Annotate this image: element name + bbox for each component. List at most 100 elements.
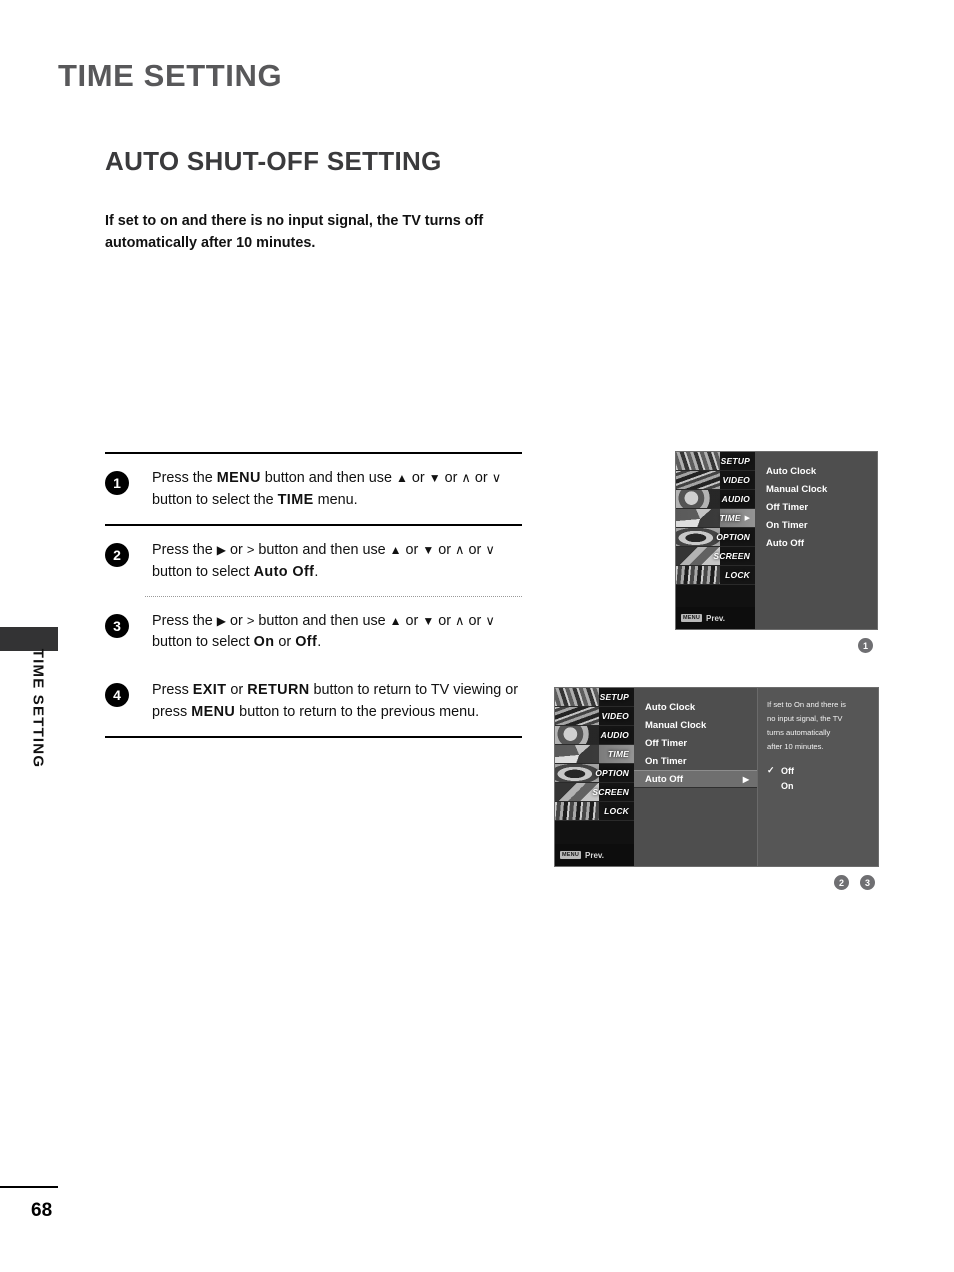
osd-sidebar-item-label: OPTION (716, 532, 750, 542)
osd-sidebar-item-lock[interactable]: LOCK (555, 802, 634, 821)
osd-screenshot-auto-off: SETUP VIDEO AUDIO TIME OPTION SCREEN LOCK MENU… (554, 687, 879, 867)
osd-sidebar-item-label: AUDIO (721, 494, 750, 504)
osd-menu-thumbnail-icon (676, 452, 720, 470)
osd-menu-thumbnail-icon (676, 528, 720, 546)
step-number-badge: 3 (105, 613, 129, 638)
osd-prev-hint: MENU Prev. (555, 844, 634, 866)
osd-time-menu-list: Auto Clock Manual Clock Off Timer On Timer A… (634, 688, 757, 866)
osd-menu-row[interactable]: Auto Clock (755, 462, 877, 480)
osd-prev-label: Prev. (706, 613, 725, 623)
step-3: 3 Press the ▶ or > button and then use ▲… (105, 597, 522, 667)
osd-menu-row[interactable]: On Timer (755, 516, 877, 534)
osd-option-label: On (781, 780, 794, 791)
osd-menu-row[interactable]: Off Timer (755, 498, 877, 516)
osd-menu-row-label: Auto Off (645, 773, 683, 785)
osd-menu-row-label: Off Timer (645, 737, 688, 749)
osd-sidebar-item-time[interactable]: TIME (555, 745, 634, 764)
osd-detail-line: If set to On and there is (767, 700, 846, 709)
osd-sidebar-item-audio[interactable]: AUDIO (676, 490, 755, 509)
page-number: 68 (31, 1200, 53, 1221)
osd-menu-row[interactable]: Auto Off (755, 534, 877, 552)
osd-detail-line: turns automatically (767, 728, 831, 738)
osd-sidebar-item-option[interactable]: OPTION (555, 764, 634, 783)
osd-screenshot-time-menu: SETUP VIDEO AUDIO TIME ▶ OPTION SCREEN LOCK MEN… (675, 451, 878, 630)
osd-menu-row-label: Manual Clock (766, 483, 828, 495)
step-3-text: Press the ▶ or > button and then use ▲ o… (152, 612, 495, 651)
menu-key-icon: MENU (681, 614, 702, 622)
osd-sidebar-item-label: VIDEO (601, 711, 629, 721)
chevron-right-icon: ▶ (744, 515, 750, 522)
osd-sidebar-item-label: TIME (607, 749, 629, 759)
osd-menu-row[interactable]: Off Timer (634, 734, 757, 752)
step-4: 4 Press EXIT or RETURN button to return … (105, 666, 522, 736)
chapter-title: TIME SETTING (58, 58, 283, 93)
osd-sidebar-spacer (676, 585, 755, 607)
step-number-badge: 1 (105, 471, 129, 495)
osd-sidebar-item-time[interactable]: TIME ▶ (676, 509, 755, 528)
osd-menu-thumbnail-icon (555, 802, 599, 820)
osd-option-label: Off (781, 765, 794, 776)
osd-sidebar-item-setup[interactable]: SETUP (676, 452, 755, 471)
osd-sidebar-item-option[interactable]: OPTION (676, 528, 755, 547)
figure-markers-bottom: 23 (834, 875, 875, 890)
osd-prev-hint: MENU Prev. (676, 607, 755, 629)
osd-sidebar: SETUP VIDEO AUDIO TIME ▶ OPTION SCREEN LOCK MEN… (676, 452, 755, 629)
osd-menu-thumbnail-icon (676, 509, 720, 527)
menu-key-icon: MENU (560, 851, 581, 859)
osd-sidebar-item-label: SETUP (720, 456, 750, 466)
osd-menu-row-label: Auto Clock (766, 465, 817, 477)
osd-sidebar-item-setup[interactable]: SETUP (555, 688, 634, 707)
osd-menu-row-label: Auto Off (766, 537, 804, 549)
osd-menu-thumbnail-icon (555, 745, 599, 763)
osd-sidebar-spacer (555, 821, 634, 844)
check-icon: ✓ (767, 765, 775, 776)
step-2-text: Press the ▶ or > button and then use ▲ o… (152, 541, 495, 580)
osd-sidebar-item-label: LOCK (725, 570, 750, 580)
osd-menu-row[interactable]: On Timer (634, 752, 757, 770)
osd-menu-row[interactable]: Auto Clock (634, 698, 757, 716)
osd-sidebar-item-video[interactable]: VIDEO (676, 471, 755, 490)
osd-sidebar-item-screen[interactable]: SCREEN (676, 547, 755, 566)
osd-menu-thumbnail-icon (676, 566, 720, 584)
footer-divider (0, 1186, 58, 1188)
osd-option-list: ✓ Off On (767, 763, 869, 793)
step-number-badge: 2 (105, 542, 129, 567)
osd-prev-label: Prev. (585, 850, 604, 860)
osd-sidebar-item-label: SCREEN (592, 787, 629, 797)
figure-marker-3: 3 (860, 875, 875, 890)
osd-sidebar-item-label: VIDEO (722, 475, 750, 485)
osd-sidebar-item-label: LOCK (604, 806, 629, 816)
osd-detail-line: no input signal, the TV (767, 714, 843, 724)
osd-sidebar-item-video[interactable]: VIDEO (555, 707, 634, 726)
osd-menu-row[interactable]: Manual Clock (634, 716, 757, 734)
osd-sidebar-item-label: SCREEN (713, 551, 750, 561)
figure-marker-1: 1 (858, 638, 873, 653)
osd-menu-thumbnail-icon (555, 764, 599, 782)
step-1: 1 Press the MENU button and then use ▲ o… (105, 454, 522, 524)
osd-sidebar-item-label: OPTION (595, 768, 629, 778)
osd-option-on[interactable]: On (767, 778, 869, 793)
step-4-text: Press EXIT or RETURN button to return to… (152, 682, 519, 721)
osd-sidebar-item-label: TIME (719, 513, 741, 523)
instruction-steps: 1 Press the MENU button and then use ▲ o… (105, 452, 522, 739)
osd-detail-line: after 10 minutes. (767, 742, 824, 752)
step-number-badge: 4 (105, 683, 129, 708)
osd-sidebar-item-label: SETUP (599, 692, 629, 702)
osd-sidebar: SETUP VIDEO AUDIO TIME OPTION SCREEN LOCK MENU… (555, 688, 634, 866)
osd-sidebar-item-lock[interactable]: LOCK (676, 566, 755, 585)
osd-detail-description: If set to On and there is no input signal… (767, 698, 869, 754)
osd-sidebar-item-label: AUDIO (600, 730, 629, 740)
osd-menu-thumbnail-icon (555, 688, 599, 706)
osd-menu-thumbnail-icon (555, 726, 599, 744)
intro-paragraph: If set to on and there is no input signa… (105, 213, 484, 251)
osd-menu-thumbnail-icon (676, 490, 720, 508)
figure-marker-2: 2 (834, 875, 849, 890)
osd-sidebar-item-audio[interactable]: AUDIO (555, 726, 634, 745)
osd-option-off[interactable]: ✓ Off (767, 763, 869, 778)
osd-menu-row[interactable]: Auto Off ▶ (634, 770, 757, 788)
osd-sidebar-item-screen[interactable]: SCREEN (555, 783, 634, 802)
step-2: 2 Press the ▶ or > button and then use ▲… (105, 526, 522, 596)
osd-menu-thumbnail-icon (676, 471, 720, 489)
osd-menu-row[interactable]: Manual Clock (755, 480, 877, 498)
osd-sidebar-items: SETUP VIDEO AUDIO TIME ▶ OPTION SCREEN LOCK (676, 452, 755, 585)
